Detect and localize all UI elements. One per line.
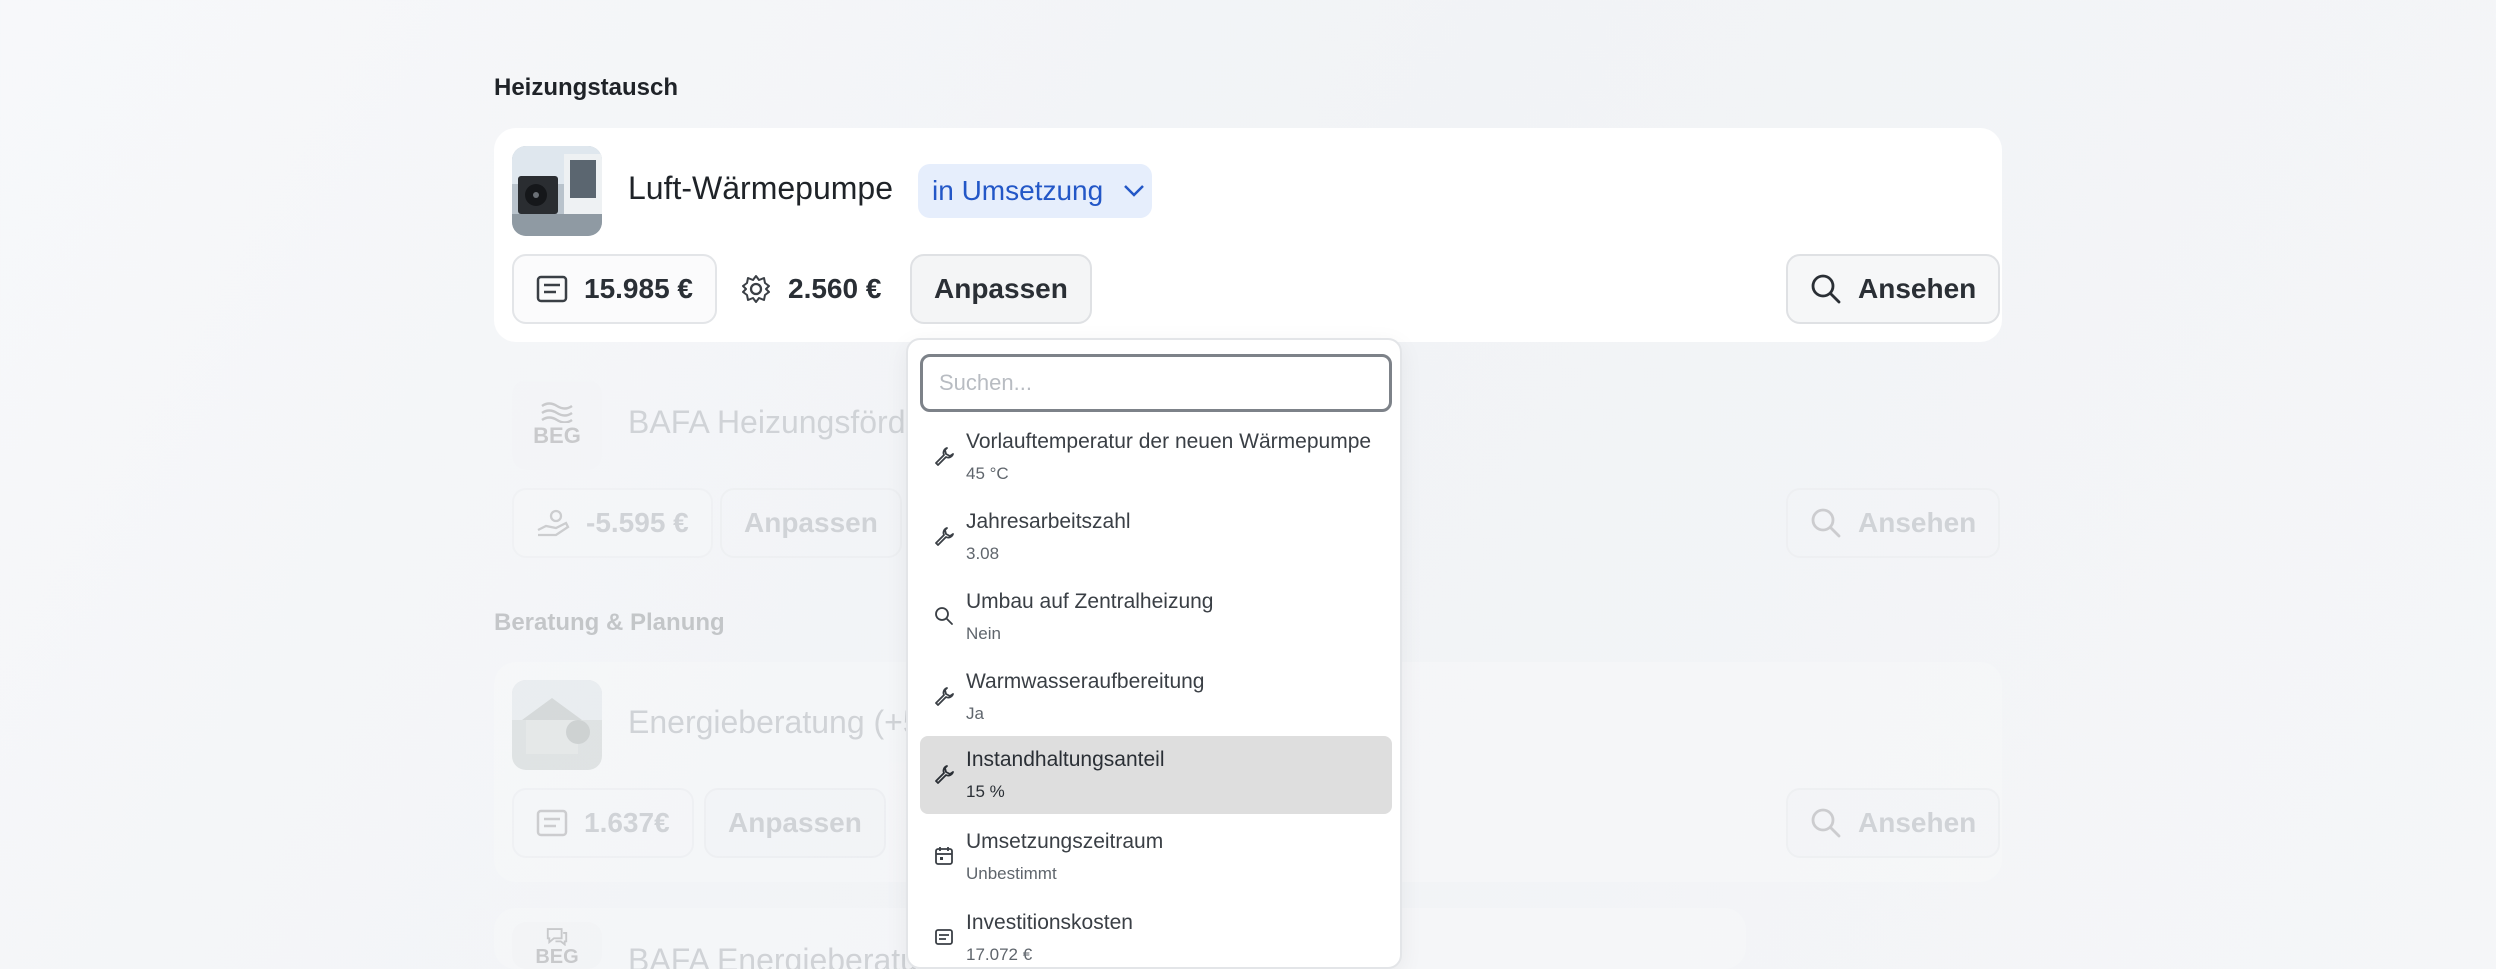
maintenance-chip: 2.560 €	[716, 254, 905, 324]
maintenance-value: 2.560 €	[788, 273, 882, 304]
option-label: Umbau auf Zentralheizung	[966, 590, 1214, 613]
wrench-icon	[934, 764, 954, 789]
receipt-icon	[536, 275, 568, 303]
cost-value: 15.985 €	[584, 273, 693, 304]
energy-consulting-thumbnail	[512, 680, 602, 770]
option-label: Vorlauftemperatur der neuen Wärmepumpe	[966, 430, 1372, 453]
subsidy-value: -5.595 €	[586, 507, 689, 538]
card-title: Energieberatung (+5	[628, 704, 921, 740]
card-title: BAFA Energieberatu	[628, 942, 918, 969]
adjust-dropdown-menu: Vorlauftemperatur der neuen Wärmepumpe 4…	[906, 338, 1402, 969]
receipt-icon	[536, 809, 568, 837]
card-title: BAFA Heizungsförde	[628, 404, 924, 440]
search-icon	[934, 606, 954, 631]
option-label: Umsetzungszeitraum	[966, 830, 1164, 853]
option-flow-temperature[interactable]: Vorlauftemperatur der neuen Wärmepumpe 4…	[920, 420, 1392, 498]
receipt-icon	[934, 927, 954, 952]
section-title-heizungstausch: Heizungstausch	[494, 74, 679, 101]
option-hot-water[interactable]: Warmwasseraufbereitung Ja	[920, 660, 1392, 738]
option-value: Nein	[966, 624, 1001, 643]
cost-chip: 15.985 €	[512, 254, 717, 324]
view-label: Ansehen	[1858, 273, 1977, 304]
wrench-icon	[934, 526, 954, 551]
search-input[interactable]	[920, 354, 1392, 412]
chevron-down-icon	[1123, 184, 1145, 198]
view-button[interactable]: Ansehen	[1786, 788, 2001, 858]
adjust-button[interactable]: Anpassen	[704, 788, 886, 858]
option-label: Jahresarbeitszahl	[966, 510, 1131, 533]
view-button[interactable]: Ansehen	[1786, 488, 2001, 558]
view-button[interactable]: Ansehen	[1786, 254, 2001, 324]
subsidy-chip: -5.595 €	[512, 488, 713, 558]
search-icon	[1810, 273, 1842, 305]
heat-pump-thumbnail	[512, 146, 602, 236]
cost-chip: 1.637€	[512, 788, 694, 858]
cost-value: 1.637€	[584, 807, 670, 838]
view-label: Ansehen	[1858, 807, 1977, 838]
card-title: Luft-Wärmepumpe	[628, 170, 893, 206]
option-label: Instandhaltungsanteil	[966, 748, 1165, 771]
option-value: 45 °C	[966, 464, 1009, 483]
option-investment-costs[interactable]: Investitionskosten 17.072 €	[920, 901, 1392, 967]
status-label: in Umsetzung	[932, 175, 1104, 206]
option-label: Investitionskosten	[966, 911, 1133, 934]
hand-coin-icon	[536, 508, 570, 538]
beg-logo: BEG	[512, 922, 602, 969]
wrench-icon	[934, 446, 954, 471]
adjust-button[interactable]: Anpassen	[910, 254, 1092, 324]
section-title-beratung-planung: Beratung & Planung	[494, 609, 725, 636]
option-annual-performance-factor[interactable]: Jahresarbeitszahl 3.08	[920, 500, 1392, 578]
search-icon	[1810, 507, 1842, 539]
beg-logo: BEG	[512, 380, 602, 470]
option-central-heating-conversion[interactable]: Umbau auf Zentralheizung Nein	[920, 580, 1392, 658]
adjust-button[interactable]: Anpassen	[720, 488, 902, 558]
option-maintenance-share[interactable]: Instandhaltungsanteil 15 %	[920, 736, 1392, 814]
view-label: Ansehen	[1858, 507, 1977, 538]
wrench-icon	[934, 686, 954, 711]
option-value: Ja	[966, 704, 984, 723]
search-icon	[1810, 807, 1842, 839]
option-value: 17.072 €	[966, 945, 1033, 964]
option-label: Warmwasseraufbereitung	[966, 670, 1205, 693]
beg-badge: BEG	[535, 946, 579, 968]
status-dropdown[interactable]: in Umsetzung	[918, 164, 1152, 218]
calendar-icon	[934, 846, 954, 871]
option-value: Unbestimmt	[966, 864, 1057, 883]
measure-card-heat-pump: Luft-Wärmepumpe in Umsetzung 15.985 € 2.…	[494, 128, 2002, 342]
option-implementation-period[interactable]: Umsetzungszeitraum Unbestimmt	[920, 820, 1392, 898]
option-value: 3.08	[966, 544, 1000, 563]
gear-icon	[740, 273, 772, 305]
option-value: 15 %	[966, 782, 1005, 801]
beg-badge: BEG	[533, 423, 581, 448]
